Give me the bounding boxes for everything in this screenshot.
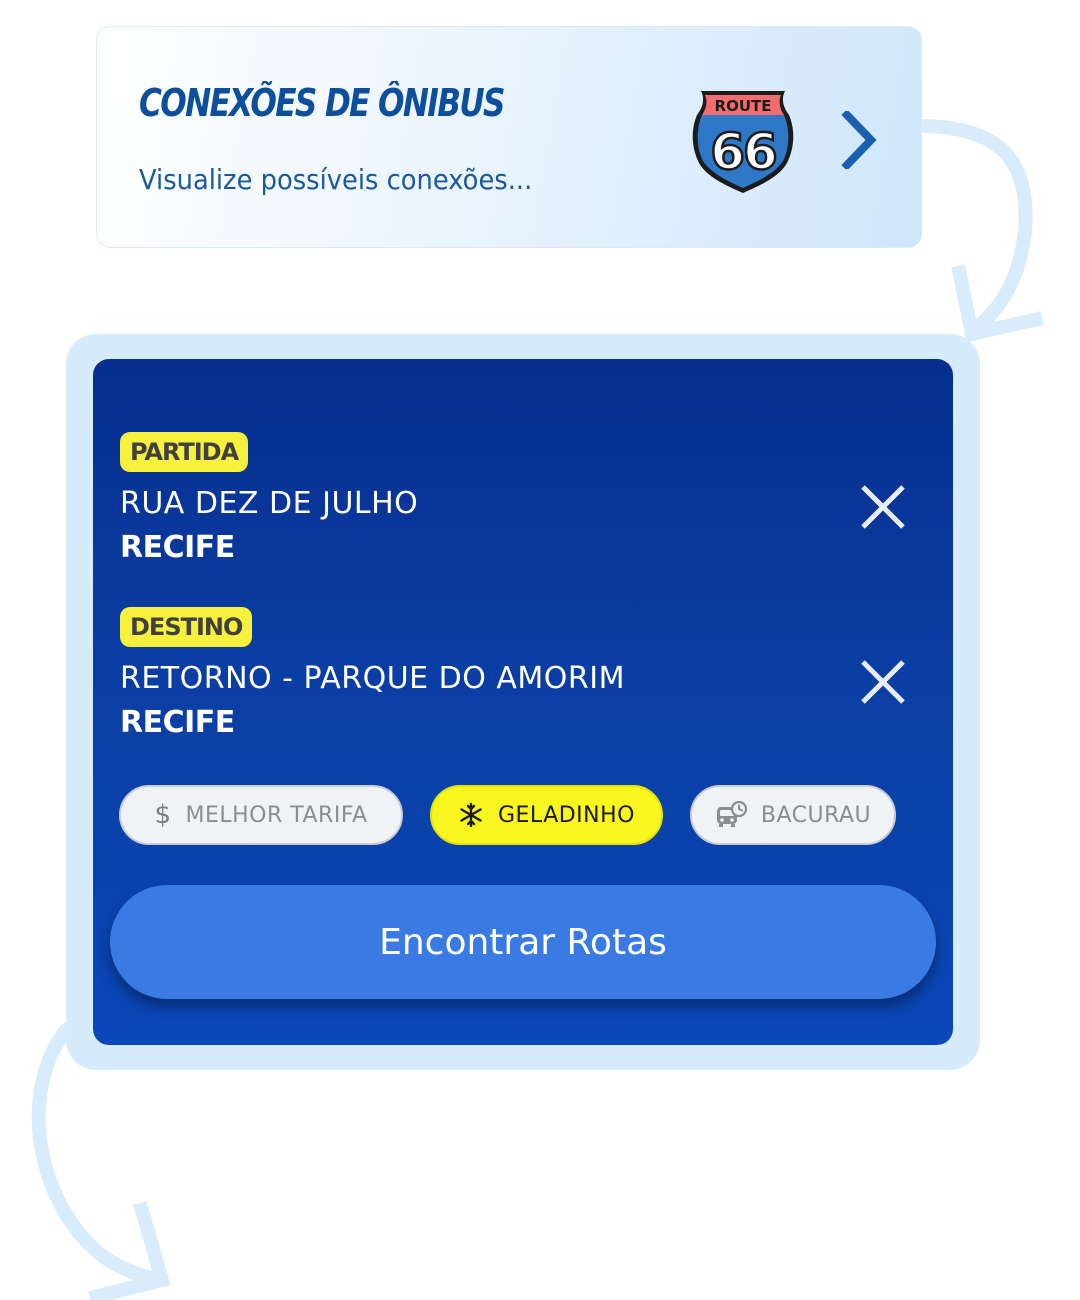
origin-street[interactable]: RUA DEZ DE JULHO	[120, 486, 418, 521]
clear-origin-close-icon[interactable]	[859, 483, 907, 531]
snowflake-icon	[460, 802, 482, 828]
route-66-shield-icon: ROUTE 66	[692, 91, 794, 193]
bottom-left-arrow-head	[88, 1201, 171, 1300]
top-right-arrow-curve	[918, 119, 1033, 339]
destination-badge: DESTINO	[120, 607, 253, 647]
destination-street[interactable]: RETORNO - PARQUE DO AMORIM	[120, 661, 625, 696]
filter-geladinho-label: GELADINHO	[497, 802, 635, 828]
filter-geladinho-chip[interactable]: GELADINHO	[430, 785, 663, 845]
clear-destination-close-icon[interactable]	[859, 658, 907, 706]
page: CONEXÕES DE ÔNIBUS Visualize possíveis c…	[0, 0, 1080, 1300]
destination-city: RECIFE	[120, 705, 235, 740]
filter-bacurau-label: BACURAU	[760, 802, 872, 828]
origin-city: RECIFE	[120, 530, 235, 565]
find-routes-button[interactable]: Encontrar Rotas	[110, 885, 936, 999]
bus-connections-card[interactable]: CONEXÕES DE ÔNIBUS Visualize possíveis c…	[96, 26, 922, 248]
dollar-icon: $	[154, 800, 172, 830]
night-bus-icon	[716, 801, 747, 827]
filter-bacurau-chip[interactable]: BACURAU	[690, 785, 896, 845]
origin-badge: PARTIDA	[120, 432, 249, 472]
filter-best-fare-chip[interactable]: $ MELHOR TARIFA	[119, 785, 403, 845]
route-icon-top-text: ROUTE	[715, 97, 772, 115]
connections-title: CONEXÕES DE ÔNIBUS	[139, 81, 505, 125]
top-right-arrow-head	[951, 264, 1044, 343]
chevron-right-icon[interactable]	[839, 111, 879, 169]
route-icon-number: 66	[710, 123, 776, 181]
connections-subtitle: Visualize possíveis conexões...	[139, 163, 533, 196]
filter-best-fare-label: MELHOR TARIFA	[185, 802, 368, 828]
